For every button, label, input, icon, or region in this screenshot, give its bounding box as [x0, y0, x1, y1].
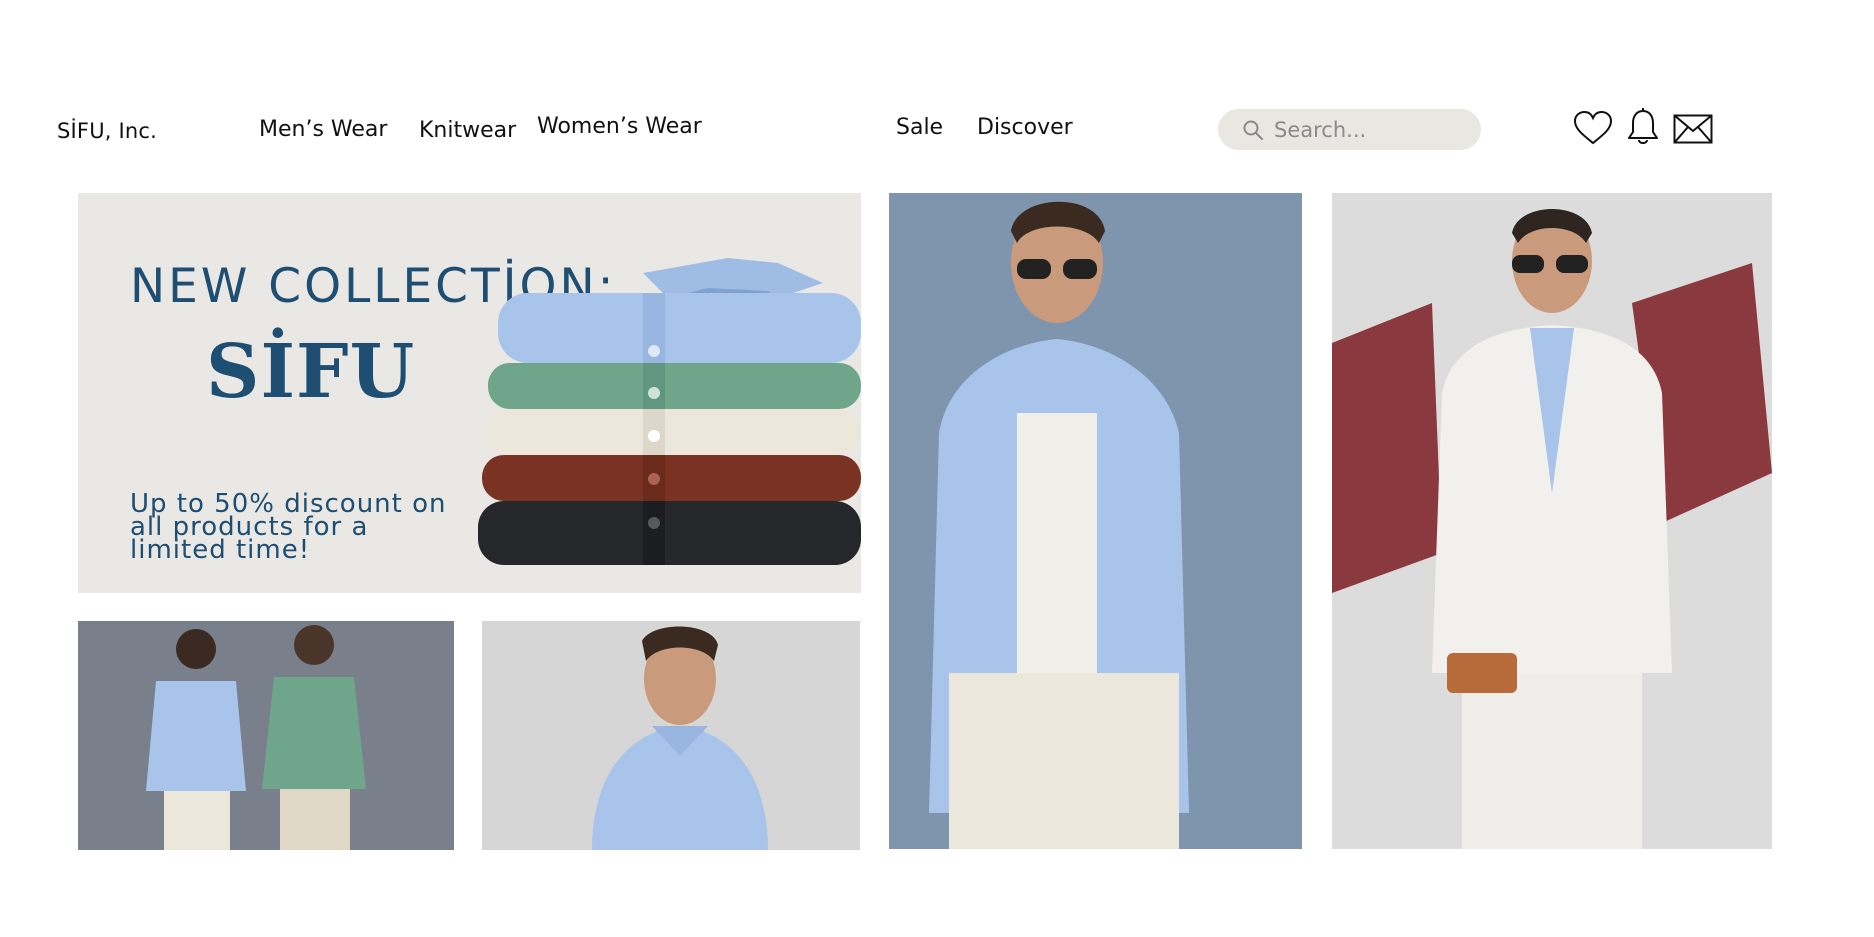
nav-discover[interactable]: Discover — [977, 115, 1073, 140]
man-blue-knit-polo-photo[interactable] — [482, 621, 860, 850]
banner-logo: SİFU — [206, 329, 416, 415]
heart-icon[interactable] — [1573, 110, 1613, 150]
stacked-knit-shirts-illustration — [478, 258, 861, 565]
mail-icon[interactable] — [1673, 114, 1713, 148]
man-white-suit-carpet-photo[interactable] — [1332, 193, 1772, 849]
promo-banner[interactable]: NEW COLLECTİON: SİFU Up to 50% discount … — [78, 193, 861, 593]
man-sunglasses-figure — [929, 201, 1189, 849]
search-input[interactable] — [1274, 117, 1474, 142]
two-men-figure — [146, 625, 366, 850]
nav-womens-wear[interactable]: Women’s Wear — [537, 114, 702, 139]
man-white-suit-figure — [1332, 209, 1772, 849]
bell-icon[interactable] — [1627, 108, 1659, 150]
two-men-knit-shirts-photo[interactable] — [78, 621, 454, 850]
search-icon — [1242, 119, 1264, 141]
man-polo-figure — [592, 626, 768, 850]
nav-knitwear[interactable]: Knitwear — [419, 118, 516, 143]
nav-sale[interactable]: Sale — [896, 115, 943, 140]
nav-mens-wear[interactable]: Men’s Wear — [259, 117, 387, 142]
banner-subtitle: Up to 50% discount on all products for a… — [130, 489, 447, 565]
brand-logo[interactable]: SİFU, Inc. — [57, 119, 157, 143]
search-bar[interactable] — [1218, 109, 1481, 150]
man-sunglasses-blue-knit-shirt-photo[interactable] — [889, 193, 1302, 849]
